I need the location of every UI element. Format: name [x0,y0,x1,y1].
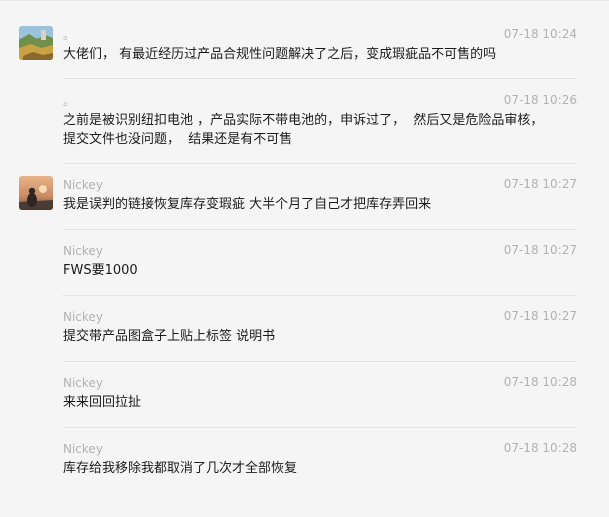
divider [63,78,576,79]
sender-name: 。 [63,94,76,108]
sender-name: Nickey [63,244,103,258]
message-text: FWS要1000 [63,263,138,278]
message-time: 07-18 10:26 [503,93,577,107]
message-text: 大佬们， 有最近经历过产品合规性问题解决了之后，变成瑕疵品不可售的吗 [63,47,497,62]
avatar[interactable] [19,176,53,210]
avatar[interactable] [19,26,53,60]
sender-name: 。 [63,28,76,42]
message-time: 07-18 10:27 [503,177,577,191]
message-time: 07-18 10:28 [503,441,577,455]
message-text: 提交带产品图盒子上贴上标签 说明书 [63,329,276,344]
message-text: 之前是被识别纽扣电池 ，产品实际不带电池的，申诉过了， 然后又是危险品审核， 提… [63,113,544,147]
sender-name: Nickey [63,310,103,324]
message-text: 我是误判的链接恢复库存变瑕疵 大半个月了自己才把库存弄回来 [63,197,432,212]
sender-name: Nickey [63,178,103,192]
sender-name: Nickey [63,442,103,456]
divider [63,229,576,230]
message-time: 07-18 10:28 [503,375,577,389]
divider [63,295,576,296]
sender-name: Nickey [63,376,103,390]
avatar-sunset-image [19,176,53,210]
message-time: 07-18 10:24 [503,27,577,41]
divider [63,163,576,164]
chat-history[interactable]: 。 07-18 10:24 大佬们， 有最近经历过产品合规性问题解决了之后，变成… [0,0,609,517]
message-time: 07-18 10:27 [503,309,577,323]
message-text: 来来回回拉扯 [63,395,142,410]
divider [63,361,576,362]
message-time: 07-18 10:27 [503,243,577,257]
avatar-landscape-image [19,26,53,60]
message-text: 库存给我移除我都取消了几次才全部恢复 [63,461,298,476]
divider [63,427,576,428]
